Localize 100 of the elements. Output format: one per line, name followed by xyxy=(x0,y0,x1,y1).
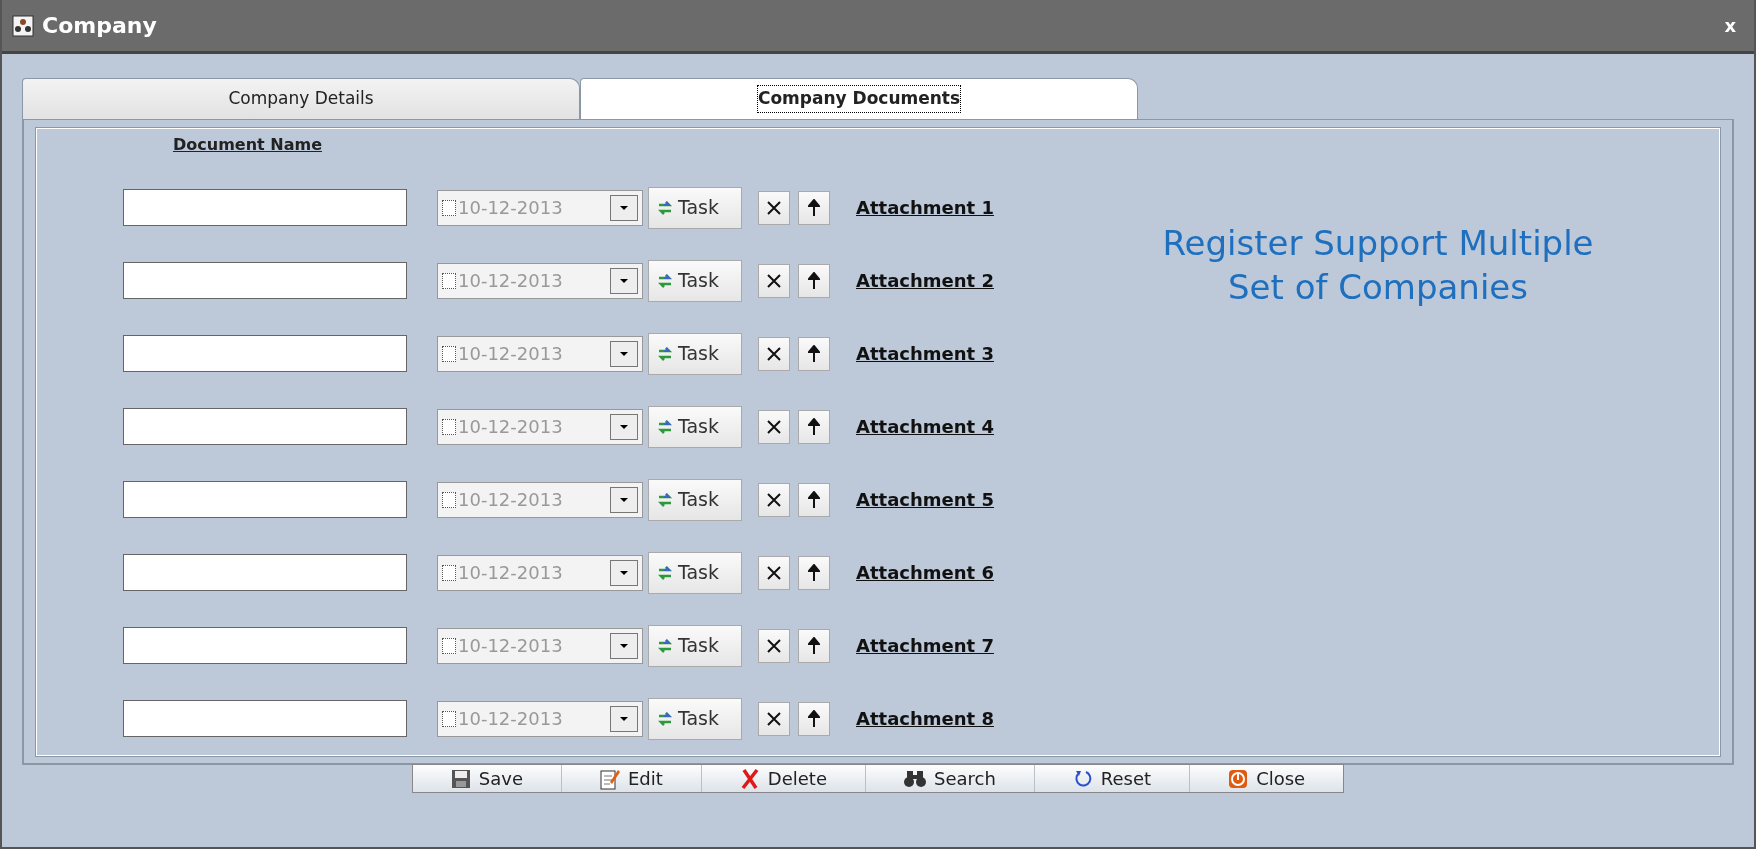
window-title: Company xyxy=(42,12,157,40)
dropdown-button[interactable] xyxy=(610,632,638,659)
upload-button[interactable] xyxy=(798,701,830,736)
upload-button[interactable] xyxy=(798,482,830,517)
date-text: 10-12-2013 xyxy=(458,415,563,439)
dropdown-button[interactable] xyxy=(610,559,638,586)
close-icon xyxy=(766,637,782,654)
remove-button[interactable] xyxy=(758,555,790,590)
binoculars-icon xyxy=(904,769,926,788)
close-icon xyxy=(766,418,782,435)
edit-button[interactable]: Edit xyxy=(562,765,702,792)
attachment-link[interactable]: Attachment 8 xyxy=(856,705,994,732)
dropdown-button[interactable] xyxy=(610,413,638,440)
task-button[interactable]: Task xyxy=(648,551,742,594)
close-button[interactable]: x xyxy=(1716,12,1744,39)
close-icon xyxy=(766,564,782,581)
date-text: 10-12-2013 xyxy=(458,342,563,366)
arrow-up-icon xyxy=(808,198,820,217)
caret-icon xyxy=(619,277,629,284)
dropdown-button[interactable] xyxy=(610,340,638,367)
checkbox[interactable] xyxy=(442,345,456,362)
upload-button[interactable] xyxy=(798,190,830,225)
date-text: 10-12-2013 xyxy=(458,488,563,512)
close-icon xyxy=(766,710,782,727)
document-name-field[interactable] xyxy=(123,554,407,591)
dropdown-button[interactable] xyxy=(610,705,638,732)
attachment-link[interactable]: Attachment 5 xyxy=(856,486,994,513)
checkbox[interactable] xyxy=(442,637,456,654)
save-button[interactable]: Save xyxy=(412,765,562,792)
document-name-field[interactable] xyxy=(123,627,407,664)
dropdown-button[interactable] xyxy=(610,486,638,513)
task-button[interactable]: Task xyxy=(648,259,742,302)
dropdown-button[interactable] xyxy=(610,267,638,294)
arrow-up-icon xyxy=(808,490,820,509)
document-name-field[interactable] xyxy=(123,335,407,372)
close-icon xyxy=(766,199,782,216)
caret-icon xyxy=(619,715,629,722)
close-icon xyxy=(766,272,782,289)
task-button[interactable]: Task xyxy=(648,624,742,667)
arrow-up-icon xyxy=(808,271,820,290)
document-name-field[interactable] xyxy=(123,408,407,445)
tab[interactable]: Company Details xyxy=(22,78,580,119)
date-text: 10-12-2013 xyxy=(458,707,563,731)
power-icon xyxy=(1228,768,1249,789)
caret-icon xyxy=(619,423,629,430)
document-name-field[interactable] xyxy=(123,700,407,737)
remove-button[interactable] xyxy=(758,190,790,225)
search-button[interactable]: Search xyxy=(866,765,1035,792)
date-text: 10-12-2013 xyxy=(458,561,563,585)
upload-button[interactable] xyxy=(798,409,830,444)
arrow-up-icon xyxy=(808,417,820,436)
document-name-field[interactable] xyxy=(123,189,407,226)
cross-icon xyxy=(739,767,760,790)
checkbox[interactable] xyxy=(442,564,456,581)
remove-button[interactable] xyxy=(758,336,790,371)
reset-button[interactable]: Reset xyxy=(1034,765,1191,792)
upload-button[interactable] xyxy=(798,628,830,663)
task-button[interactable]: Task xyxy=(648,697,742,740)
attachment-link[interactable]: Attachment 2 xyxy=(856,267,994,294)
checkbox[interactable] xyxy=(442,199,456,216)
caret-icon xyxy=(619,642,629,649)
caption-text: Register Support Multiple xyxy=(1162,222,1594,265)
dropdown-button[interactable] xyxy=(610,194,638,221)
document-name-field[interactable] xyxy=(123,262,407,299)
caret-icon xyxy=(619,496,629,503)
upload-button[interactable] xyxy=(798,336,830,371)
checkbox[interactable] xyxy=(442,418,456,435)
column-header: Document Name xyxy=(173,134,323,156)
tab[interactable]: Company Documents xyxy=(580,78,1138,119)
remove-button[interactable] xyxy=(758,263,790,298)
delete-button[interactable]: Delete xyxy=(701,765,866,792)
attachment-link[interactable]: Attachment 3 xyxy=(856,340,994,367)
upload-button[interactable] xyxy=(798,555,830,590)
remove-button[interactable] xyxy=(758,482,790,517)
attachment-link[interactable]: Attachment 4 xyxy=(856,413,994,440)
checkbox[interactable] xyxy=(442,491,456,508)
arrow-up-icon xyxy=(808,563,820,582)
checkbox[interactable] xyxy=(442,710,456,727)
remove-button[interactable] xyxy=(758,409,790,444)
attachment-link[interactable]: Attachment 7 xyxy=(856,632,994,659)
caret-icon xyxy=(619,569,629,576)
date-text: 10-12-2013 xyxy=(458,634,563,658)
task-button[interactable]: Task xyxy=(648,405,742,448)
close-button[interactable]: Close xyxy=(1190,765,1344,792)
upload-button[interactable] xyxy=(798,263,830,298)
close-icon xyxy=(766,491,782,508)
remove-button[interactable] xyxy=(758,701,790,736)
task-button[interactable]: Task xyxy=(648,332,742,375)
arrow-up-icon xyxy=(808,636,820,655)
people-icon xyxy=(12,14,34,37)
task-button[interactable]: Task xyxy=(648,186,742,229)
checkbox[interactable] xyxy=(442,272,456,289)
refresh-icon xyxy=(1072,768,1093,789)
pencil-note-icon xyxy=(600,767,620,790)
attachment-link[interactable]: Attachment 6 xyxy=(856,559,994,586)
task-button[interactable]: Task xyxy=(648,478,742,521)
arrow-up-icon xyxy=(808,344,820,363)
attachment-link[interactable]: Attachment 1 xyxy=(856,194,994,221)
document-name-field[interactable] xyxy=(123,481,407,518)
remove-button[interactable] xyxy=(758,628,790,663)
